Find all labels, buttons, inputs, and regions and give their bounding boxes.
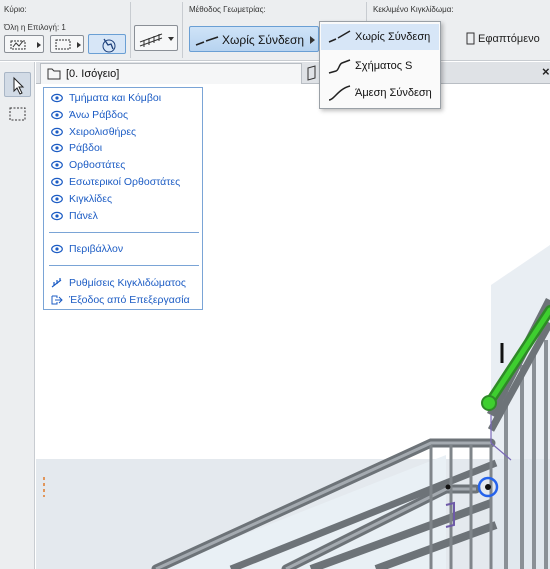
menu-item[interactable]: Έξοδος από Επεξεργασία bbox=[49, 293, 201, 308]
menu-item[interactable]: Ορθοστάτες bbox=[49, 158, 201, 173]
selection-count-label: Όλη η Επιλογή: 1 bbox=[4, 23, 66, 32]
tangent-checkbox-icon[interactable] bbox=[466, 32, 476, 46]
marquee-icon bbox=[55, 39, 81, 50]
menu-item-label: Ορθοστάτες bbox=[69, 159, 126, 172]
menu-item-label: Ρυθμίσεις Κιγκλιδώματος bbox=[69, 277, 186, 289]
menu-item-label: Περιβάλλον bbox=[69, 243, 124, 255]
geometry-method-dropdown: Χωρίς Σύνδεση Σχήματος S Άμεση Σύνδεση bbox=[319, 21, 441, 109]
menu-item-label: Ράβδοι bbox=[69, 142, 103, 155]
dropdown-item-direct-connection[interactable]: Άμεση Σύνδεση bbox=[321, 80, 439, 106]
info-box: Κύριο: Όλη η Επιλογή: 1 Μέθοδος Γεωμετρί… bbox=[0, 0, 550, 61]
tab-label: [0. Ισόγειο] bbox=[66, 68, 120, 80]
marquee-icon bbox=[9, 107, 26, 121]
eye-icon bbox=[51, 110, 63, 120]
segment-edit-icon bbox=[10, 40, 41, 50]
no-connection-icon bbox=[195, 36, 219, 46]
menu-item[interactable]: Χειρολισθήρες bbox=[49, 125, 201, 140]
menu-item[interactable]: Άνω Ράβδος bbox=[49, 108, 201, 123]
menu-separator bbox=[49, 232, 199, 233]
divider bbox=[182, 2, 183, 58]
eye-icon bbox=[51, 211, 63, 221]
edit-mode-button[interactable] bbox=[4, 35, 44, 53]
menu-item[interactable]: Περιβάλλον bbox=[49, 242, 201, 257]
divider bbox=[130, 2, 131, 58]
marquee-tool-button[interactable] bbox=[4, 102, 31, 127]
eye-icon bbox=[51, 143, 63, 153]
floor-plan-icon bbox=[47, 68, 61, 80]
no-connection-icon bbox=[328, 30, 351, 43]
menu-item[interactable]: Ρυθμίσεις Κιγκλιδώματος bbox=[49, 276, 201, 291]
dropdown-item-label: Άμεση Σύνδεση bbox=[355, 87, 432, 99]
s-shape-icon bbox=[328, 59, 351, 74]
menu-item[interactable]: Εσωτερικοί Ορθοστάτες bbox=[49, 175, 201, 190]
tangent-label: Εφαπτόμενο bbox=[478, 33, 540, 45]
railing-type-button[interactable] bbox=[134, 25, 178, 51]
menu-item-label: Άνω Ράβδος bbox=[69, 108, 129, 121]
direct-connection-icon bbox=[328, 85, 351, 101]
menu-item[interactable]: Τμήματα και Κόμβοι bbox=[49, 91, 201, 106]
eye-icon bbox=[51, 127, 63, 137]
geometry-selected-label: Χωρίς Σύνδεση bbox=[222, 33, 305, 47]
exit-icon bbox=[51, 295, 63, 305]
dropdown-item-no-connection[interactable]: Χωρίς Σύνδεση bbox=[321, 24, 439, 50]
magic-wand-button[interactable] bbox=[88, 34, 126, 54]
toolbox bbox=[0, 62, 35, 569]
view-tab-bar: [0. Ισόγειο] × bbox=[36, 62, 550, 84]
railing-context-menu: Τμήματα και Κόμβοι Άνω Ράβδος Χειρολισθήρε… bbox=[43, 87, 203, 310]
dropdown-item-label: Σχήματος S bbox=[355, 60, 413, 72]
eye-icon bbox=[51, 244, 63, 254]
dropdown-item-s-shape[interactable]: Σχήματος S bbox=[321, 53, 439, 79]
locked-section-label: Κεκλιμένο Κιγκλίδωμα: bbox=[373, 5, 454, 14]
arrow-tool-button[interactable] bbox=[4, 72, 31, 97]
close-tab-button[interactable]: × bbox=[542, 64, 550, 79]
railing-icon bbox=[139, 33, 174, 47]
menu-item-label: Κιγκλίδες bbox=[69, 192, 113, 205]
geometry-section-label: Μέθοδος Γεωμετρίας: bbox=[189, 5, 266, 14]
eye-icon bbox=[51, 93, 63, 103]
menu-item-label: Τμήματα και Κόμβοι bbox=[69, 92, 162, 104]
eye-icon bbox=[51, 194, 63, 204]
menu-item[interactable]: Ράβδοι bbox=[49, 141, 201, 156]
eye-icon bbox=[51, 160, 63, 170]
menu-item-label: Πάνελ bbox=[69, 209, 98, 222]
geometry-method-button[interactable]: Χωρίς Σύνδεση bbox=[189, 26, 319, 52]
menu-separator bbox=[49, 265, 199, 266]
menu-item[interactable]: Πάνελ bbox=[49, 209, 201, 224]
arrow-right-icon bbox=[310, 36, 315, 44]
main-section-label: Κύριο: bbox=[4, 5, 27, 14]
menu-item-label: Εσωτερικοί Ορθοστάτες bbox=[69, 176, 181, 188]
eye-icon bbox=[51, 177, 63, 187]
3d-view-icon[interactable] bbox=[306, 65, 320, 81]
tab-ground-floor[interactable]: [0. Ισόγειο] bbox=[40, 63, 302, 84]
menu-item-label: Χειρολισθήρες bbox=[69, 125, 137, 138]
arrow-cursor-icon bbox=[13, 76, 25, 95]
railing-settings-icon bbox=[51, 278, 63, 288]
marquee-mode-button[interactable] bbox=[50, 35, 84, 53]
menu-item[interactable]: Κιγκλίδες bbox=[49, 192, 201, 207]
pick-up-icon bbox=[102, 38, 116, 53]
menu-item-label: Έξοδος από Επεξεργασία bbox=[69, 293, 190, 306]
dropdown-item-label: Χωρίς Σύνδεση bbox=[355, 31, 431, 43]
